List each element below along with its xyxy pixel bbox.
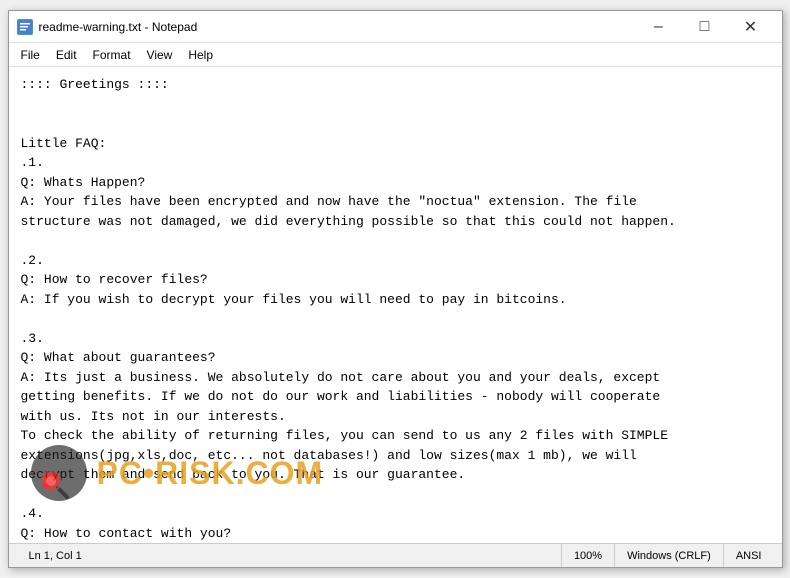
- content-wrapper: :::: Greetings :::: Little FAQ: .1. Q: W…: [9, 67, 782, 543]
- encoding-text: ANSI: [736, 550, 762, 562]
- window-title: readme-warning.txt - Notepad: [39, 20, 636, 34]
- close-button[interactable]: ✕: [728, 11, 774, 43]
- window-controls: – □ ✕: [636, 11, 774, 43]
- cursor-position: Ln 1, Col 1: [17, 544, 562, 567]
- line-ending: Windows (CRLF): [615, 544, 724, 567]
- cursor-position-text: Ln 1, Col 1: [29, 550, 82, 562]
- line-ending-text: Windows (CRLF): [627, 550, 711, 562]
- minimize-button[interactable]: –: [636, 11, 682, 43]
- status-bar: Ln 1, Col 1 100% Windows (CRLF) ANSI: [9, 543, 782, 567]
- title-bar: readme-warning.txt - Notepad – □ ✕: [9, 11, 782, 43]
- encoding: ANSI: [724, 544, 774, 567]
- menu-file[interactable]: File: [13, 46, 48, 64]
- menu-help[interactable]: Help: [180, 46, 221, 64]
- menu-view[interactable]: View: [139, 46, 181, 64]
- text-editor[interactable]: :::: Greetings :::: Little FAQ: .1. Q: W…: [9, 67, 782, 543]
- notepad-window: readme-warning.txt - Notepad – □ ✕ File …: [8, 10, 783, 568]
- zoom-text: 100%: [574, 550, 602, 562]
- menu-bar: File Edit Format View Help: [9, 43, 782, 67]
- content-area: :::: Greetings :::: Little FAQ: .1. Q: W…: [9, 67, 782, 543]
- app-icon: [17, 19, 33, 35]
- maximize-button[interactable]: □: [682, 11, 728, 43]
- zoom-level: 100%: [562, 544, 615, 567]
- menu-edit[interactable]: Edit: [48, 46, 85, 64]
- menu-format[interactable]: Format: [85, 46, 139, 64]
